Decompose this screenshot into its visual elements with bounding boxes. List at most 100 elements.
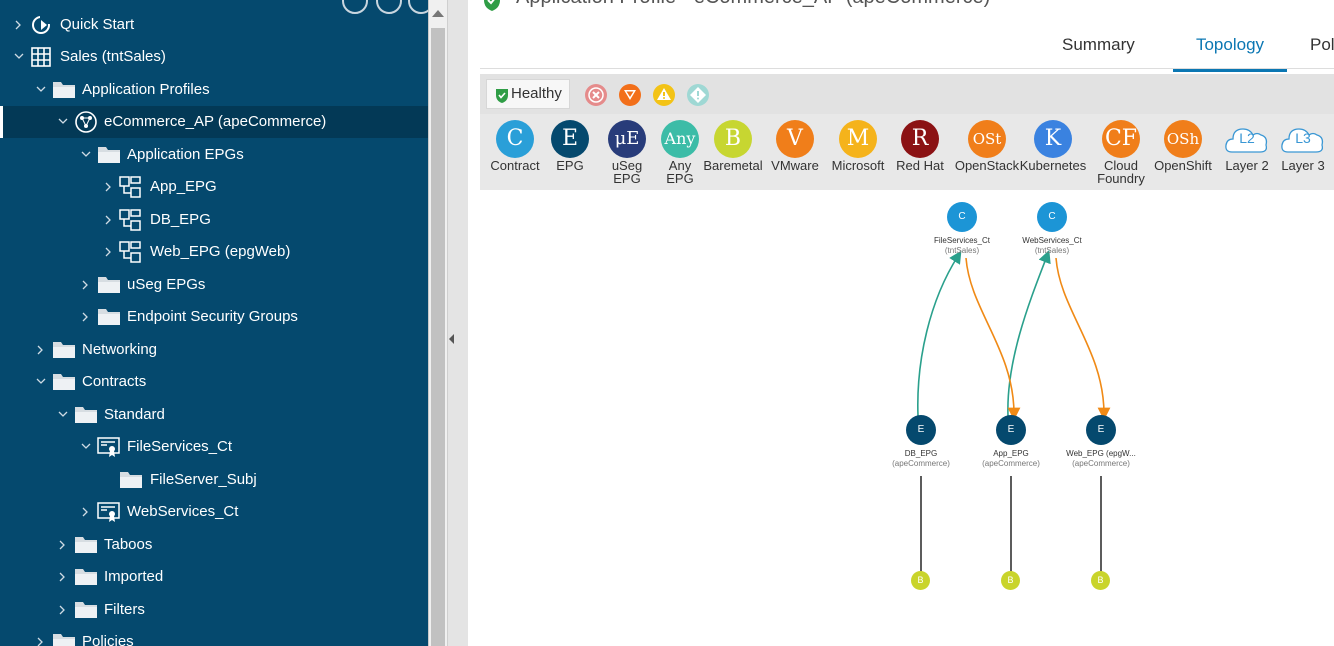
topology-canvas[interactable]: C FileServices_Ct (tntSales) C WebService… xyxy=(480,190,1334,646)
tab-summary[interactable]: Summary xyxy=(1062,32,1135,68)
chevron-down-icon[interactable] xyxy=(12,41,24,73)
tree-item-label: Imported xyxy=(104,568,164,585)
tree-item-webservices-ct[interactable]: WebServices_Ct xyxy=(0,496,428,528)
main-content: Application Profile - eCommerce_AP (apeC… xyxy=(468,0,1334,646)
tree-item-label: Standard xyxy=(104,406,165,423)
tree-item-label: Contracts xyxy=(82,373,147,390)
baremetal-node[interactable]: B xyxy=(1001,571,1020,590)
tree-item-networking[interactable]: Networking xyxy=(0,334,428,366)
chevron-right-icon[interactable] xyxy=(34,334,46,366)
baremetal-node[interactable]: B xyxy=(1091,571,1110,590)
node-name: WebServices_Ct xyxy=(1022,236,1082,245)
tree-item-label: WebServices_Ct xyxy=(127,503,239,520)
legend-kubernetes-icon: K xyxy=(1034,120,1072,158)
tree-item-filters[interactable]: Filters xyxy=(0,594,428,626)
tree-item-fileserver-subj[interactable]: FileServer_Subj xyxy=(0,464,428,496)
tab-topology[interactable]: Topology xyxy=(1173,32,1287,72)
tree-item-application-epgs[interactable]: Application EPGs xyxy=(0,139,428,171)
chevron-right-icon[interactable] xyxy=(56,594,68,626)
chevron-right-icon[interactable] xyxy=(79,496,91,528)
tree-item-policies[interactable]: Policies xyxy=(0,626,428,646)
chevron-right-icon[interactable] xyxy=(79,269,91,301)
node-tenant: (tntSales) xyxy=(944,246,980,255)
legend-red-hat: R Red Hat xyxy=(885,120,955,172)
chevron-down-icon[interactable] xyxy=(79,431,91,463)
chevron-down-icon[interactable] xyxy=(56,106,68,138)
legend-layer-2-symbol: L2 xyxy=(1239,130,1255,146)
tree-item-app-epg[interactable]: App_EPG xyxy=(0,171,428,203)
tenant-building-icon xyxy=(30,46,54,68)
chevron-right-icon[interactable] xyxy=(79,301,91,333)
epg-icon xyxy=(119,176,143,198)
chevron-down-icon[interactable] xyxy=(34,366,46,398)
chevron-down-icon[interactable] xyxy=(56,399,68,431)
chevron-right-icon[interactable] xyxy=(34,626,46,646)
chevron-right-icon[interactable] xyxy=(56,561,68,593)
tree-item-endpoint-security-groups[interactable]: Endpoint Security Groups xyxy=(0,301,428,333)
tree-item-useg-epgs[interactable]: uSeg EPGs xyxy=(0,269,428,301)
pane-splitter[interactable] xyxy=(447,0,468,646)
tree-item-ecommerce-ap[interactable]: eCommerce_AP (apeCommerce) xyxy=(0,106,428,138)
nav-scrollbar[interactable] xyxy=(428,0,447,646)
tree-item-imported[interactable]: Imported xyxy=(0,561,428,593)
tree-item-contracts[interactable]: Contracts xyxy=(0,366,428,398)
epg-node-app[interactable]: E xyxy=(996,415,1026,445)
page-title: Application Profile - eCommerce_AP (apeC… xyxy=(516,0,990,9)
tree-item-db-epg[interactable]: DB_EPG xyxy=(0,204,428,236)
chevron-right-icon[interactable] xyxy=(102,171,114,203)
legend-label: VMware xyxy=(771,158,819,173)
epg-node-db[interactable]: E xyxy=(906,415,936,445)
epg-node-label: App_EPG (apeCommerce) xyxy=(961,449,1061,469)
legend-label: Layer 3 xyxy=(1281,158,1325,173)
scrollbar-thumb[interactable] xyxy=(431,28,445,646)
node-name: App_EPG xyxy=(993,449,1029,458)
tree-item-label: App_EPG xyxy=(150,178,217,195)
scroll-up-arrow-icon[interactable] xyxy=(432,10,444,17)
tree-item-taboos[interactable]: Taboos xyxy=(0,529,428,561)
chevron-down-icon[interactable] xyxy=(34,74,46,106)
quick-start-icon xyxy=(30,14,54,36)
tree-item-label: eCommerce_AP (apeCommerce) xyxy=(104,113,327,130)
topology-legend: C Contract E EPG μE uSeg EPG Any Any EPG B Ba… xyxy=(480,114,1334,190)
epg-node-web[interactable]: E xyxy=(1086,415,1116,445)
node-name: Web_EPG (epgW... xyxy=(1066,449,1136,458)
legend-any-epg-icon: Any xyxy=(661,120,699,158)
baremetal-node[interactable]: B xyxy=(911,571,930,590)
tree-item-fileservices-ct[interactable]: FileServices_Ct xyxy=(0,431,428,463)
legend-openshift: OSh OpenShift xyxy=(1148,120,1218,172)
tree-item-label: Taboos xyxy=(104,536,153,553)
node-ap: (apeCommerce) xyxy=(982,459,1040,468)
chevron-down-icon[interactable] xyxy=(79,139,91,171)
critical-fault-icon[interactable] xyxy=(584,83,608,112)
tree-item-quick-start[interactable]: Quick Start xyxy=(0,9,428,41)
folder-icon xyxy=(74,599,98,621)
major-fault-icon[interactable] xyxy=(618,83,642,112)
minor-fault-icon[interactable] xyxy=(652,83,676,112)
tab-policy[interactable]: Pol xyxy=(1310,32,1334,68)
warning-fault-icon[interactable] xyxy=(686,83,710,112)
collapse-arrow-icon[interactable] xyxy=(449,334,454,344)
folder-icon xyxy=(97,144,121,166)
chevron-right-icon[interactable] xyxy=(56,529,68,561)
contract-certificate-icon xyxy=(97,436,121,458)
legend-label: Cloud Foundry xyxy=(1097,158,1145,186)
tree-item-application-profiles[interactable]: Application Profiles xyxy=(0,74,428,106)
legend-microsoft: M Microsoft xyxy=(823,120,893,172)
tree-item-standard[interactable]: Standard xyxy=(0,399,428,431)
legend-openshift-icon: OSh xyxy=(1164,120,1202,158)
contract-node-webservices[interactable]: C xyxy=(1037,202,1067,232)
legend-layer-3-symbol: L3 xyxy=(1295,130,1311,146)
chevron-right-icon[interactable] xyxy=(12,9,24,41)
tree-item-tenant-sales[interactable]: Sales (tntSales) xyxy=(0,41,428,73)
tree-item-web-epg[interactable]: Web_EPG (epgWeb) xyxy=(0,236,428,268)
legend-red-hat-icon: R xyxy=(901,120,939,158)
tree-item-label: Application Profiles xyxy=(82,81,210,98)
chevron-right-icon[interactable] xyxy=(102,236,114,268)
legend-microsoft-icon: M xyxy=(839,120,877,158)
legend-openstack-icon: OSt xyxy=(968,120,1006,158)
chevron-right-icon[interactable] xyxy=(102,204,114,236)
tree-item-label: Web_EPG (epgWeb) xyxy=(150,243,291,260)
contract-node-fileservices[interactable]: C xyxy=(947,202,977,232)
epg-icon xyxy=(119,241,143,263)
health-status-badge[interactable]: Healthy xyxy=(486,79,570,109)
